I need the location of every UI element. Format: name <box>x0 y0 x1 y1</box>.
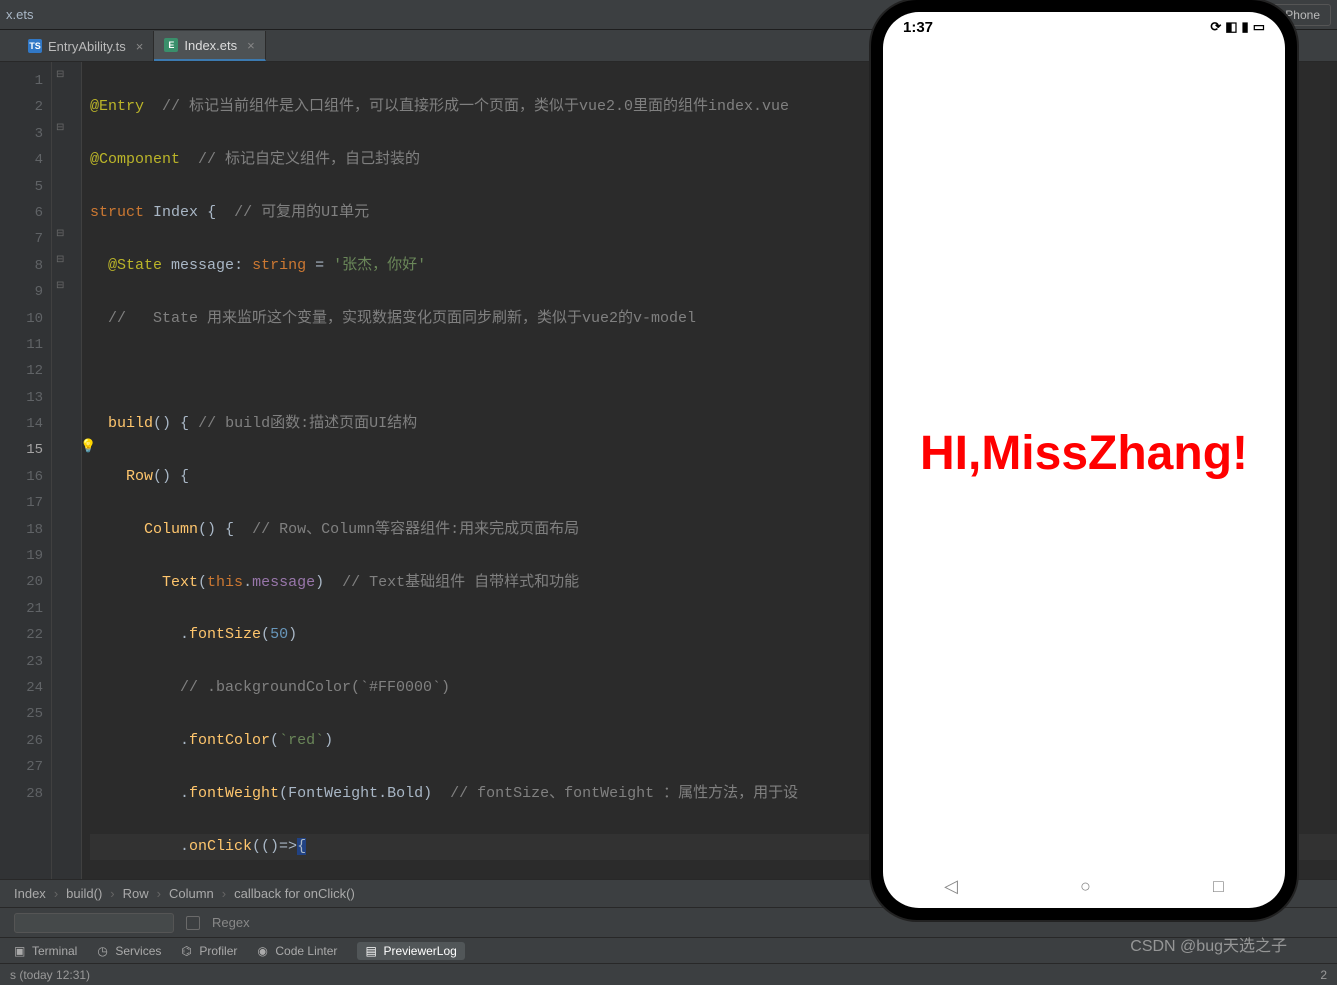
wifi-icon: ◧ <box>1225 19 1237 35</box>
phone-nav-bar: ◁ ○ □ <box>883 864 1285 908</box>
bottom-tool-tabs: ▣Terminal ◷Services ⌬Profiler ◉Code Lint… <box>0 937 1337 963</box>
fold-icon[interactable]: ⊟ <box>56 254 64 265</box>
regex-label: Regex <box>212 915 250 930</box>
crumb[interactable]: Row <box>123 886 149 901</box>
phone-status-icons: ⟳ ◧ ▮ ▭ <box>1210 19 1265 35</box>
crumb[interactable]: Index <box>14 886 46 901</box>
tab-previewerlog[interactable]: ▤PreviewerLog <box>357 942 464 960</box>
battery-icon: ▭ <box>1253 19 1265 35</box>
tab-index[interactable]: E Index.ets × <box>154 31 265 61</box>
preview-text[interactable]: HI,MissZhang! <box>920 426 1248 481</box>
find-input[interactable] <box>14 913 174 933</box>
phone-time: 1:37 <box>903 19 933 36</box>
home-icon[interactable]: ○ <box>1080 876 1091 897</box>
tab-label: Index.ets <box>184 38 237 53</box>
back-icon[interactable]: ◁ <box>944 876 958 897</box>
regex-checkbox[interactable] <box>186 916 200 930</box>
close-icon[interactable]: × <box>136 39 144 54</box>
crumb[interactable]: build() <box>66 886 102 901</box>
phone-previewer: 1:37 ⟳ ◧ ▮ ▭ HI,MissZhang! ◁ ○ □ <box>871 0 1297 920</box>
tab-entryability[interactable]: TS EntryAbility.ts × <box>18 31 154 61</box>
tab-label: EntryAbility.ts <box>48 39 126 54</box>
bt-icon: ⟳ <box>1210 19 1221 35</box>
status-right: 2 <box>1320 968 1327 982</box>
tab-terminal[interactable]: ▣Terminal <box>14 944 77 958</box>
ts-file-icon: TS <box>28 39 42 53</box>
line-gutter[interactable]: 1 2 3 4 5 6 7 8 9 10 11 12 13 14 15 16 1… <box>0 62 52 879</box>
fold-icon[interactable]: ⊟ <box>56 69 64 80</box>
signal-icon: ▮ <box>1242 19 1249 35</box>
phone-status-bar: 1:37 ⟳ ◧ ▮ ▭ <box>883 12 1285 42</box>
phone-screen: 1:37 ⟳ ◧ ▮ ▭ HI,MissZhang! ◁ ○ □ <box>883 12 1285 908</box>
fold-icon[interactable]: ⊟ <box>56 122 64 133</box>
active-file-ext: x.ets <box>6 7 33 22</box>
fold-icon[interactable]: ⊟ <box>56 228 64 239</box>
ets-file-icon: E <box>164 38 178 52</box>
fold-icon[interactable]: ⊟ <box>56 280 64 291</box>
phone-content[interactable]: HI,MissZhang! <box>883 42 1285 864</box>
tab-services[interactable]: ◷Services <box>97 944 161 958</box>
close-icon[interactable]: × <box>247 38 255 53</box>
fold-marker-column: ⊟ ⊟ ⊟ ⊟ ⊟ 💡 <box>52 62 82 879</box>
tab-codelinter[interactable]: ◉Code Linter <box>257 944 337 958</box>
crumb[interactable]: callback for onClick() <box>234 886 355 901</box>
recent-icon[interactable]: □ <box>1213 876 1224 897</box>
status-bar: s (today 12:31) 2 <box>0 963 1337 985</box>
status-left: s (today 12:31) <box>10 968 90 982</box>
crumb[interactable]: Column <box>169 886 214 901</box>
tab-profiler[interactable]: ⌬Profiler <box>181 944 237 958</box>
